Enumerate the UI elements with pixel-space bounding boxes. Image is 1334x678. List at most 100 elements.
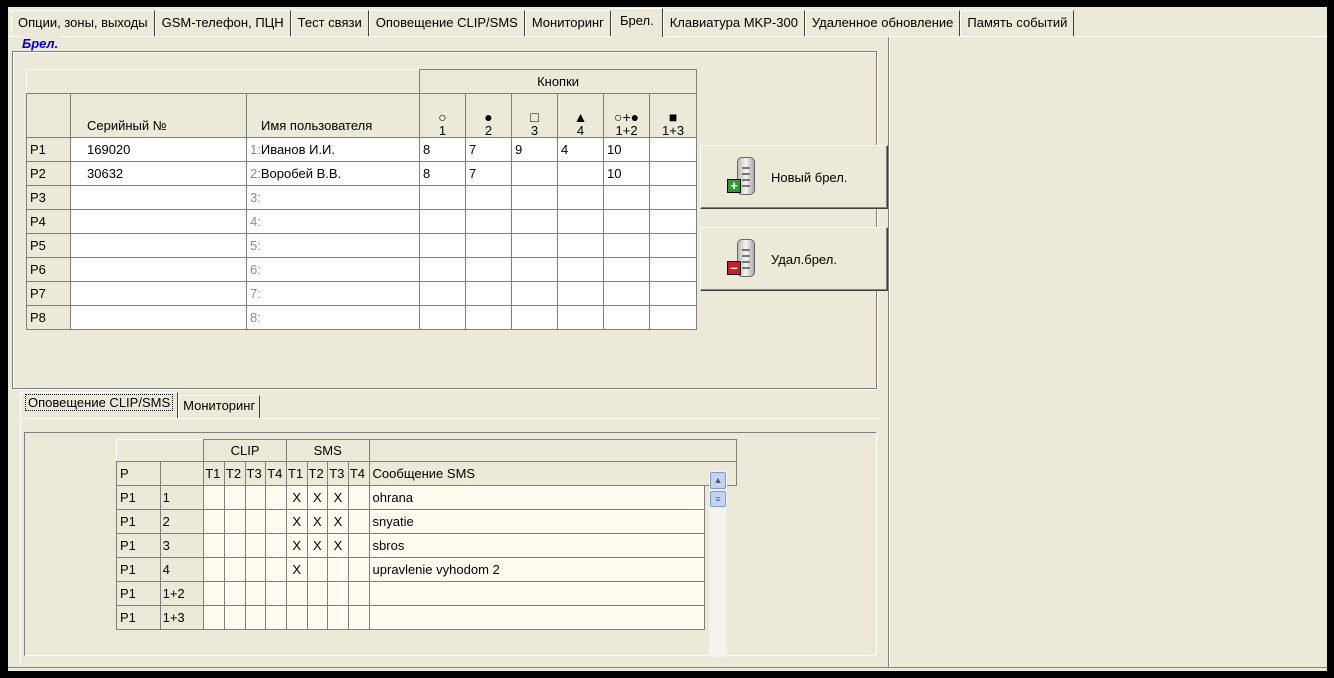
sms-cell[interactable]: X — [285, 557, 308, 582]
clip-cell[interactable] — [244, 533, 267, 558]
button-value-cell[interactable] — [557, 185, 605, 210]
clip-cell[interactable] — [223, 509, 246, 534]
clip-cell[interactable] — [265, 485, 287, 510]
notify-scrollbar[interactable]: ▲ ≡ — [709, 471, 727, 657]
user-cell[interactable]: 6: — [245, 257, 421, 282]
sms-cell[interactable] — [327, 581, 349, 606]
serial-cell[interactable] — [70, 257, 247, 282]
message-cell[interactable] — [368, 605, 705, 630]
tab-6[interactable]: Клавиатура MKP-300 — [662, 10, 805, 36]
serial-cell[interactable] — [70, 281, 247, 306]
message-cell[interactable]: ohrana — [368, 485, 705, 510]
user-cell[interactable]: 3: — [245, 185, 421, 210]
sms-cell[interactable]: X — [285, 533, 308, 558]
button-value-cell[interactable] — [649, 281, 698, 306]
sms-cell[interactable] — [347, 485, 370, 510]
delete-fob-button[interactable]: – Удал.брел. — [700, 227, 888, 291]
clip-cell[interactable] — [265, 605, 287, 630]
button-value-cell[interactable]: 4 — [557, 137, 605, 162]
button-value-cell[interactable]: 9 — [511, 137, 559, 162]
user-cell[interactable]: 2:Воробей В.В. — [245, 161, 421, 186]
message-cell[interactable]: snyatie — [368, 509, 705, 534]
tab-0[interactable]: Опции, зоны, выходы — [11, 10, 155, 36]
sms-cell[interactable]: X — [306, 533, 329, 558]
sms-cell[interactable]: X — [306, 485, 329, 510]
sms-cell[interactable] — [347, 509, 370, 534]
sms-cell[interactable] — [306, 605, 329, 630]
clip-cell[interactable] — [244, 581, 267, 606]
clip-cell[interactable] — [203, 605, 225, 630]
serial-cell[interactable]: 169020 — [70, 137, 247, 162]
sms-cell[interactable] — [285, 581, 308, 606]
button-value-cell[interactable] — [511, 305, 559, 330]
button-value-cell[interactable] — [419, 281, 467, 306]
sms-cell[interactable] — [327, 557, 349, 582]
subtab-clip-sms[interactable]: Оповещение CLIP/SMS — [20, 392, 179, 418]
clip-cell[interactable] — [244, 509, 267, 534]
tab-2[interactable]: Тест связи — [290, 10, 369, 36]
clip-cell[interactable] — [203, 485, 225, 510]
user-cell[interactable]: 7: — [245, 281, 421, 306]
clip-cell[interactable] — [265, 581, 287, 606]
scroll-up-icon[interactable]: ▲ — [710, 472, 726, 489]
serial-cell[interactable] — [70, 233, 247, 258]
clip-cell[interactable] — [265, 533, 287, 558]
user-cell[interactable]: 4: — [245, 209, 421, 234]
scroll-thumb[interactable]: ≡ — [710, 491, 726, 507]
new-fob-button[interactable]: + Новый брел. — [700, 145, 888, 209]
button-value-cell[interactable]: 7 — [465, 137, 513, 162]
user-cell[interactable]: 8: — [245, 305, 421, 330]
button-value-cell[interactable] — [511, 257, 559, 282]
tab-8[interactable]: Память событий — [960, 10, 1075, 36]
sms-cell[interactable]: X — [285, 509, 308, 534]
button-value-cell[interactable]: 8 — [419, 137, 467, 162]
sms-cell[interactable]: X — [327, 533, 349, 558]
button-value-cell[interactable] — [603, 281, 651, 306]
sms-cell[interactable]: X — [327, 485, 349, 510]
button-value-cell[interactable] — [649, 185, 698, 210]
button-value-cell[interactable] — [557, 161, 605, 186]
user-cell[interactable]: 5: — [245, 233, 421, 258]
button-value-cell[interactable] — [465, 233, 513, 258]
serial-cell[interactable] — [70, 305, 247, 330]
button-value-cell[interactable] — [557, 281, 605, 306]
sms-cell[interactable] — [347, 533, 370, 558]
button-value-cell[interactable] — [649, 257, 698, 282]
button-value-cell[interactable] — [649, 137, 698, 162]
serial-cell[interactable] — [70, 209, 247, 234]
button-value-cell[interactable] — [465, 185, 513, 210]
clip-cell[interactable] — [203, 557, 225, 582]
sms-cell[interactable]: X — [306, 509, 329, 534]
button-value-cell[interactable] — [649, 161, 698, 186]
button-value-cell[interactable] — [511, 161, 559, 186]
clip-cell[interactable] — [244, 605, 267, 630]
tab-5[interactable]: Брел. — [610, 8, 663, 37]
sms-cell[interactable]: X — [285, 485, 308, 510]
sms-cell[interactable] — [347, 557, 370, 582]
button-value-cell[interactable] — [603, 233, 651, 258]
button-value-cell[interactable] — [557, 257, 605, 282]
button-value-cell[interactable] — [465, 209, 513, 234]
button-value-cell[interactable] — [511, 281, 559, 306]
button-value-cell[interactable] — [557, 209, 605, 234]
tab-3[interactable]: Оповещение CLIP/SMS — [368, 10, 525, 36]
clip-cell[interactable] — [223, 581, 246, 606]
clip-cell[interactable] — [223, 557, 246, 582]
subtab-monitoring[interactable]: Мониторинг — [178, 395, 261, 418]
button-value-cell[interactable] — [419, 185, 467, 210]
sms-cell[interactable] — [347, 581, 370, 606]
button-value-cell[interactable] — [649, 233, 698, 258]
button-value-cell[interactable] — [465, 257, 513, 282]
button-value-cell[interactable] — [419, 305, 467, 330]
message-cell[interactable]: sbros — [368, 533, 705, 558]
button-value-cell[interactable] — [649, 305, 698, 330]
button-value-cell[interactable]: 10 — [603, 137, 651, 162]
sms-cell[interactable] — [347, 605, 370, 630]
serial-cell[interactable] — [70, 185, 247, 210]
button-value-cell[interactable] — [603, 209, 651, 234]
sms-cell[interactable] — [306, 557, 329, 582]
button-value-cell[interactable] — [557, 305, 605, 330]
button-value-cell[interactable] — [649, 209, 698, 234]
clip-cell[interactable] — [223, 605, 246, 630]
clip-cell[interactable] — [244, 557, 267, 582]
